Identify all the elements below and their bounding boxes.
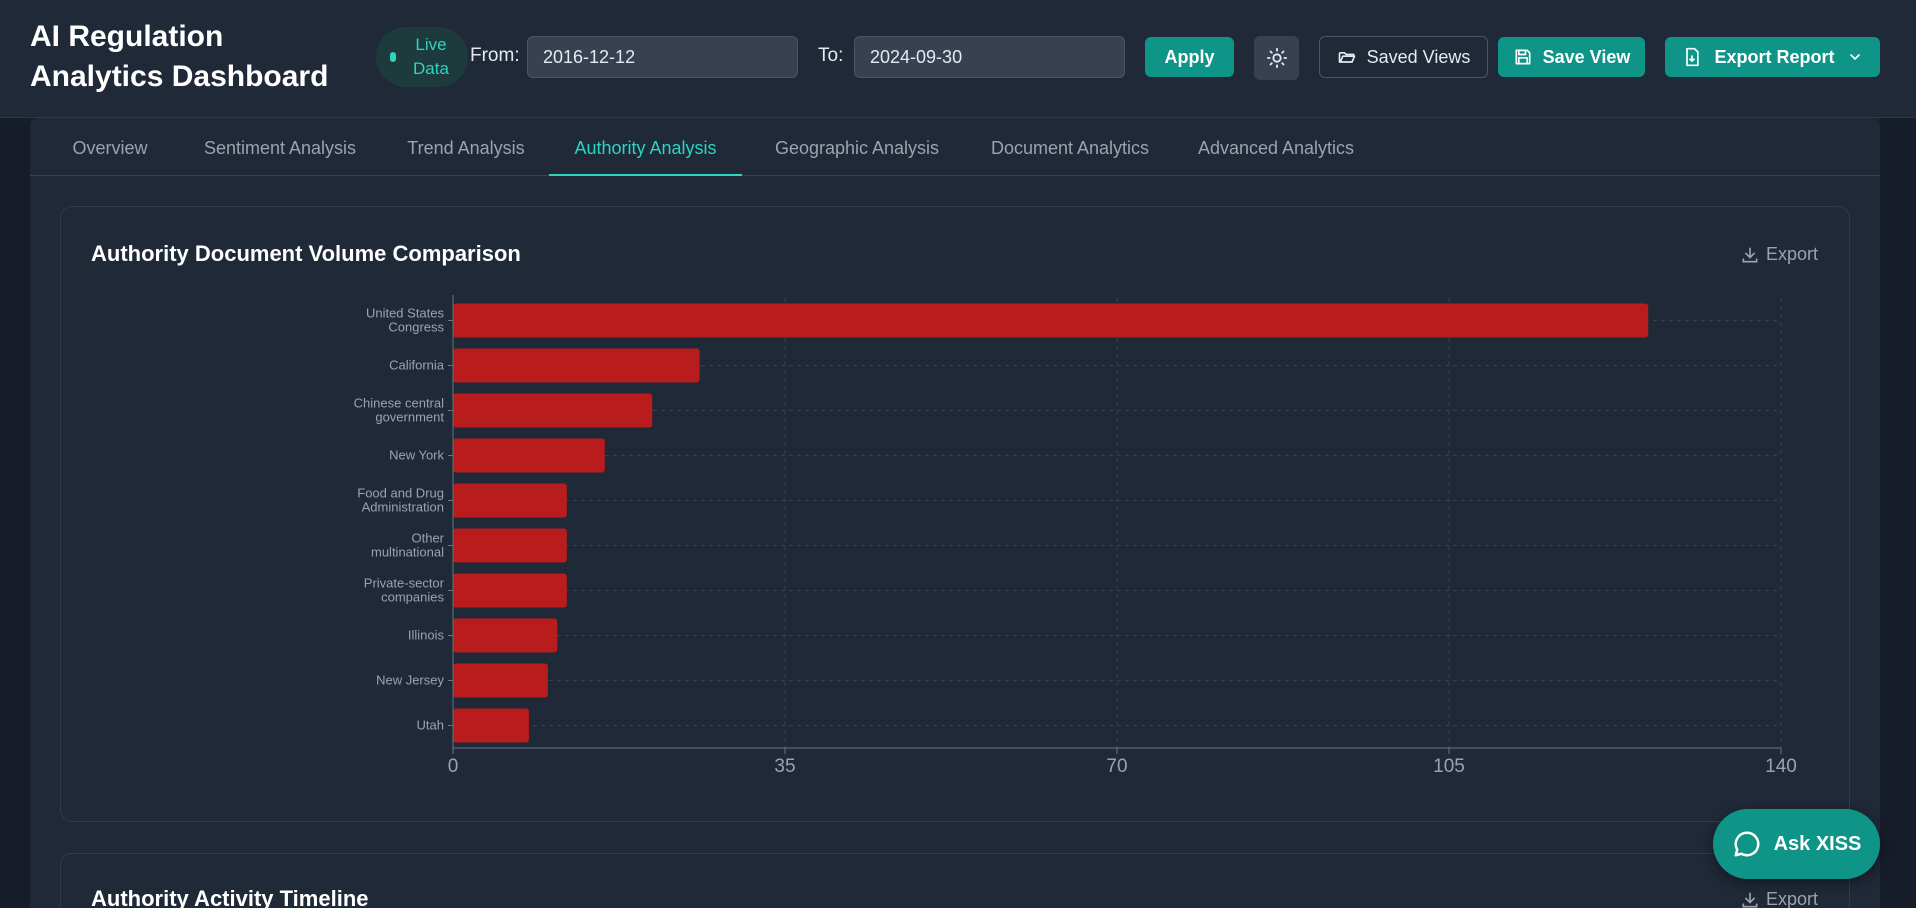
- card-title: Authority Document Volume Comparison: [91, 241, 521, 266]
- chat-bubble-icon: [1734, 831, 1760, 857]
- tab-trend-analysis[interactable]: Trend Analysis: [391, 120, 541, 176]
- live-data-badge: Live Data: [376, 27, 468, 87]
- export-chart-button[interactable]: Export: [1740, 889, 1818, 908]
- folder-open-icon: [1338, 52, 1355, 63]
- y-tick-label: Private-sector companies: [364, 576, 445, 605]
- live-badge-line1: Live: [415, 35, 447, 54]
- left-gutter: [0, 118, 30, 908]
- bar: [453, 438, 605, 473]
- y-tick-label-line: companies: [381, 590, 444, 605]
- tab-label: Sentiment Analysis: [203, 138, 357, 158]
- card-title: Authority Activity Timeline: [91, 886, 369, 908]
- save-view-label: Save View: [1542, 46, 1631, 67]
- y-tick-label-line: Food and Drug: [357, 486, 444, 501]
- tab-bar: Overview Sentiment Analysis Trend Analys…: [30, 120, 1880, 176]
- x-tick-label: 35: [774, 756, 795, 777]
- tab-sentiment-analysis[interactable]: Sentiment Analysis: [185, 120, 375, 176]
- y-tick-label: Food and Drug Administration: [357, 486, 444, 515]
- bar: [453, 303, 1649, 338]
- y-tick-label: New York: [389, 448, 444, 463]
- tab-overview[interactable]: Overview: [50, 120, 170, 176]
- export-report-button[interactable]: Export Report: [1665, 37, 1880, 77]
- tab-document-analytics[interactable]: Document Analytics: [976, 120, 1164, 176]
- authority-volume-bar-chart: United States Congress California Chinese c…: [354, 295, 1797, 777]
- y-tick-label-line: Other: [411, 531, 444, 546]
- x-tick-label: 105: [1433, 756, 1465, 777]
- tab-label: Authority Analysis: [574, 138, 717, 158]
- download-icon: [1742, 892, 1758, 907]
- y-tick-label-line: Illinois: [408, 628, 445, 643]
- chevron-down-icon: [1849, 54, 1860, 61]
- to-date-input[interactable]: [854, 36, 1125, 78]
- export-label: Export: [1766, 244, 1819, 264]
- tab-advanced-analytics[interactable]: Advanced Analytics: [1183, 120, 1369, 176]
- y-tick-label: California: [389, 358, 445, 373]
- sun-icon: [1266, 47, 1287, 69]
- export-label: Export: [1766, 889, 1819, 908]
- live-badge-text: Live Data: [406, 33, 456, 81]
- export-chart-button[interactable]: Export: [1740, 244, 1818, 265]
- y-tick-label-line: Chinese central: [354, 396, 444, 411]
- y-tick-label-line: government: [375, 410, 444, 425]
- y-tick-label: Other multinational: [371, 531, 445, 560]
- tab-label: Advanced Analytics: [1197, 138, 1355, 158]
- saved-views-button[interactable]: Saved Views: [1319, 36, 1488, 78]
- top-header: AI Regulation Analytics Dashboard Live D…: [0, 0, 1916, 118]
- download-icon: [1742, 247, 1758, 262]
- apply-button[interactable]: Apply: [1145, 37, 1234, 77]
- from-label: From:: [470, 45, 520, 66]
- y-tick-label-line: multinational: [371, 545, 444, 560]
- tab-authority-analysis[interactable]: Authority Analysis: [549, 120, 742, 176]
- y-tick-label: United States Congress: [366, 306, 445, 335]
- saved-views-label: Saved Views: [1366, 46, 1471, 67]
- y-tick-label-line: Private-sector: [364, 576, 445, 591]
- y-tick-label-line: Congress: [388, 320, 444, 335]
- app-title-line1: AI Regulation: [30, 20, 224, 53]
- ask-xiss-label: Ask XISS: [1773, 832, 1862, 855]
- y-tick-label: Chinese central government: [354, 396, 445, 425]
- y-tick-label-line: United States: [366, 306, 445, 321]
- y-tick-label-line: California: [389, 358, 445, 373]
- bar: [453, 528, 567, 563]
- from-date-input[interactable]: [527, 36, 798, 78]
- bar: [453, 663, 548, 698]
- apply-button-label: Apply: [1164, 46, 1215, 67]
- y-tick-label-line: New Jersey: [376, 673, 444, 688]
- tab-label: Trend Analysis: [407, 138, 525, 158]
- x-tick-label: 0: [448, 756, 459, 777]
- bar: [453, 483, 567, 518]
- save-icon: [1515, 49, 1531, 65]
- bar: [453, 348, 700, 383]
- right-gutter: [1880, 118, 1916, 908]
- x-tick-label: 140: [1765, 756, 1797, 777]
- save-view-button[interactable]: Save View: [1498, 37, 1645, 77]
- x-tick-label: 70: [1106, 756, 1127, 777]
- app-title-line2: Analytics Dashboard: [30, 60, 329, 93]
- live-status-dot-icon: [390, 52, 396, 62]
- tab-label: Document Analytics: [990, 138, 1150, 158]
- bar: [453, 573, 567, 608]
- ask-xiss-button[interactable]: Ask XISS: [1713, 809, 1880, 879]
- tab-label: Overview: [72, 138, 148, 158]
- y-tick-label: New Jersey: [376, 673, 444, 688]
- y-tick-label-line: Administration: [362, 500, 444, 515]
- tab-label: Geographic Analysis: [774, 138, 940, 158]
- y-tick-label-line: New York: [389, 448, 444, 463]
- to-label: To:: [818, 45, 844, 66]
- bar: [453, 708, 529, 743]
- y-tick-label: Illinois: [408, 628, 445, 643]
- export-report-label: Export Report: [1714, 46, 1835, 67]
- theme-toggle-button[interactable]: [1254, 36, 1299, 80]
- bar: [453, 393, 653, 428]
- y-tick-label: Utah: [417, 718, 444, 733]
- file-download-icon: [1686, 47, 1700, 67]
- app-title: AI Regulation Analytics Dashboard: [30, 17, 360, 97]
- bar: [453, 618, 558, 653]
- y-tick-label-line: Utah: [417, 718, 444, 733]
- live-badge-line2: Data: [413, 59, 449, 78]
- tab-geographic-analysis[interactable]: Geographic Analysis: [757, 120, 957, 176]
